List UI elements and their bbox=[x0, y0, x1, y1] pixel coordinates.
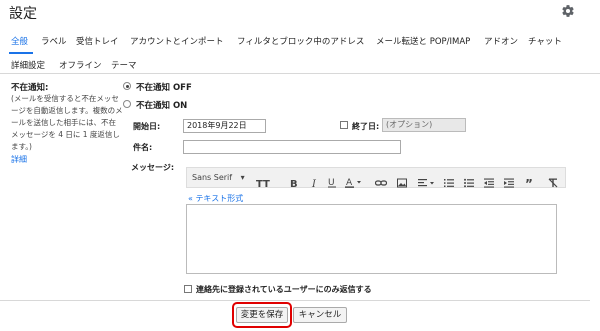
active-tab-indicator bbox=[9, 52, 33, 54]
italic-icon[interactable]: I bbox=[310, 173, 320, 190]
quote-icon[interactable]: ” bbox=[525, 173, 535, 191]
text-color-icon[interactable]: A bbox=[345, 173, 363, 188]
message-label: メッセージ: bbox=[131, 163, 175, 172]
contacts-only-checkbox[interactable] bbox=[184, 285, 192, 293]
gear-icon[interactable] bbox=[561, 3, 575, 17]
end-date-checkbox[interactable] bbox=[340, 121, 348, 129]
end-date-label: 終了日: bbox=[352, 122, 380, 131]
vacation-description: (メールを受信すると不在メッセージを自動返信します。複数のメールを送信した相手に… bbox=[11, 94, 123, 151]
vacation-section-title: 不在通知: bbox=[11, 83, 49, 93]
tab-filters-blocked[interactable]: フィルタとブロック中のアドレス bbox=[237, 35, 364, 47]
vacation-on-radio[interactable] bbox=[123, 100, 131, 108]
indent-more-icon[interactable] bbox=[504, 173, 514, 188]
link-icon[interactable] bbox=[374, 173, 388, 186]
chevron-down-icon: ▾ bbox=[240, 173, 245, 182]
start-date-label: 開始日: bbox=[133, 122, 161, 131]
contacts-only-label: 連絡先に登録されているユーザーにのみ返信する bbox=[196, 285, 372, 294]
tab-accounts-import[interactable]: アカウントとインポート bbox=[130, 35, 224, 47]
underline-icon[interactable]: U bbox=[327, 173, 337, 188]
tab-advanced[interactable]: 詳細設定 bbox=[11, 59, 45, 71]
save-button[interactable]: 変更を保存 bbox=[236, 307, 288, 323]
cancel-button[interactable]: キャンセル bbox=[293, 307, 347, 323]
tab-addons[interactable]: アドオン bbox=[484, 35, 518, 47]
numbered-list-icon[interactable] bbox=[444, 173, 454, 187]
footer-divider bbox=[0, 300, 590, 301]
svg-text:”: ” bbox=[525, 178, 533, 188]
font-family-select[interactable]: Sans Serif ▾ bbox=[192, 168, 245, 187]
image-icon[interactable] bbox=[397, 173, 407, 188]
details-link[interactable]: 詳細 bbox=[11, 154, 27, 165]
tab-general[interactable]: 全般 bbox=[11, 35, 28, 47]
end-date-input[interactable]: (オプション) bbox=[382, 118, 466, 132]
plain-text-link[interactable]: « テキスト形式 bbox=[188, 193, 243, 204]
font-family-value: Sans Serif bbox=[192, 173, 233, 182]
tab-offline[interactable]: オフライン bbox=[59, 59, 102, 71]
message-editor[interactable] bbox=[186, 204, 557, 274]
tab-chat[interactable]: チャット bbox=[528, 35, 562, 47]
start-date-input[interactable]: 2018年9月22日 bbox=[183, 119, 266, 133]
svg-text:B: B bbox=[290, 179, 298, 188]
formatting-toolbar: Sans Serif ▾ TT B I U A ” bbox=[186, 167, 566, 191]
svg-text:I: I bbox=[311, 179, 317, 188]
vacation-on-label[interactable]: 不在通知 ON bbox=[136, 99, 187, 111]
align-icon[interactable] bbox=[418, 173, 436, 187]
vacation-off-radio[interactable] bbox=[123, 82, 131, 90]
tab-themes[interactable]: テーマ bbox=[111, 59, 137, 71]
bold-icon[interactable]: B bbox=[289, 173, 299, 190]
indent-less-icon[interactable] bbox=[484, 173, 494, 188]
text-size-icon[interactable]: TT bbox=[256, 173, 270, 190]
subject-label: 件名: bbox=[133, 143, 153, 152]
tab-inbox[interactable]: 受信トレイ bbox=[76, 35, 119, 47]
page-title: 設定 bbox=[9, 6, 37, 22]
tabs-divider bbox=[0, 73, 600, 74]
remove-formatting-icon[interactable] bbox=[548, 173, 558, 188]
svg-text:TT: TT bbox=[256, 179, 270, 188]
tab-forwarding-pop-imap[interactable]: メール転送と POP/IMAP bbox=[376, 35, 470, 47]
vacation-off-label[interactable]: 不在通知 OFF bbox=[136, 81, 192, 93]
tab-labels[interactable]: ラベル bbox=[41, 35, 67, 47]
subject-input[interactable] bbox=[183, 140, 401, 154]
bulleted-list-icon[interactable] bbox=[464, 173, 474, 188]
